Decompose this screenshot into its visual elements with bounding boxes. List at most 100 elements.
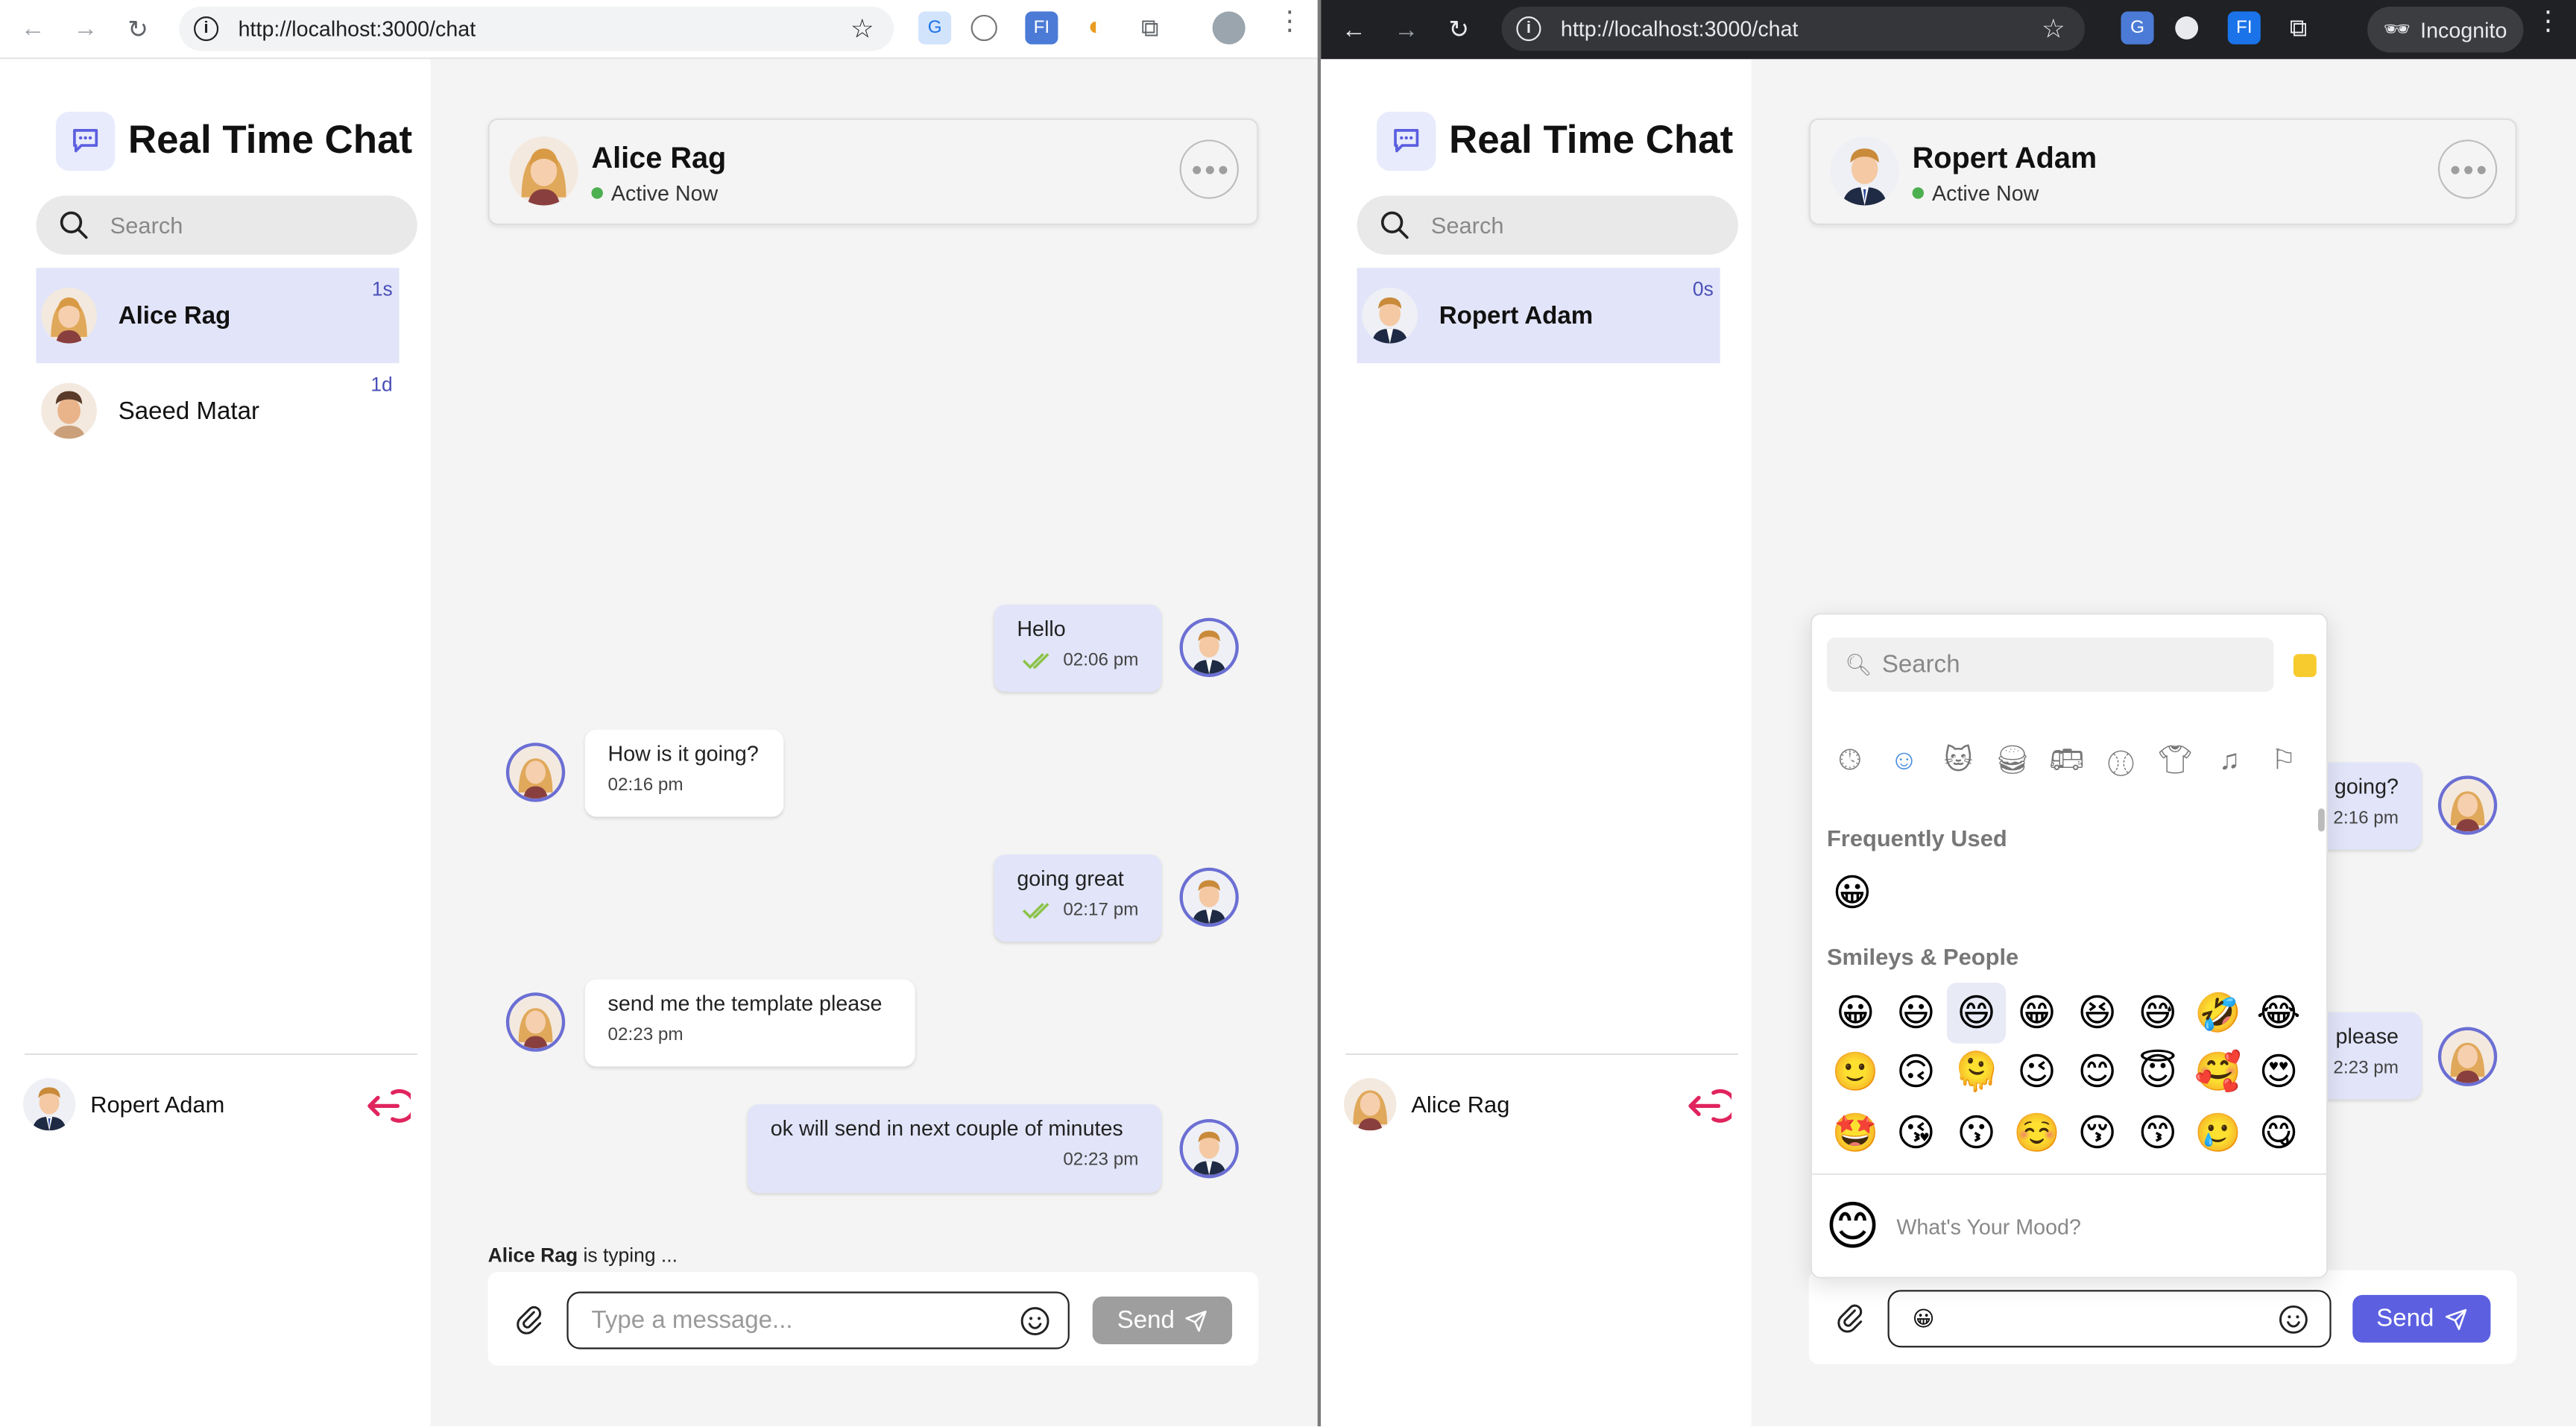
online-dot-icon bbox=[591, 187, 603, 199]
back-icon[interactable]: ← bbox=[1336, 11, 1371, 47]
cat-icon[interactable]: 🐱︎ bbox=[1940, 743, 1976, 778]
message-time: 02:17 pm bbox=[1063, 900, 1139, 921]
send-button[interactable]: Send bbox=[1092, 1297, 1233, 1344]
emoji-cell[interactable]: 😃 bbox=[1886, 983, 1946, 1043]
contact-time: 1d bbox=[370, 373, 393, 397]
emoji-cell[interactable]: 😙 bbox=[2127, 1103, 2188, 1163]
bookmark-star-icon[interactable]: ☆ bbox=[850, 13, 874, 45]
site-info-icon[interactable]: i bbox=[1516, 16, 1541, 42]
incognito-badge[interactable]: 🕶 Incognito bbox=[2367, 6, 2524, 53]
emoji-cell[interactable]: 😍 bbox=[2248, 1043, 2308, 1103]
emoji-cell[interactable]: 🙂 bbox=[1825, 1043, 1886, 1103]
contact-search[interactable] bbox=[1357, 195, 1738, 255]
music-icon[interactable]: ♫ bbox=[2212, 743, 2247, 778]
status-text: Active Now bbox=[610, 180, 719, 206]
skin-tone-selector[interactable] bbox=[2293, 654, 2317, 678]
profile-avatar-icon[interactable] bbox=[1212, 11, 1246, 45]
forward-icon[interactable]: → bbox=[1388, 11, 1424, 47]
address-bar[interactable]: i http://localhost:3000/chat ☆ bbox=[1501, 6, 2086, 51]
emoji-cell[interactable]: 🙃 bbox=[1886, 1043, 1946, 1103]
contact-item[interactable]: Alice Rag 1s bbox=[36, 268, 400, 364]
search-input[interactable] bbox=[1430, 212, 1678, 239]
message-input-box[interactable] bbox=[1887, 1290, 2332, 1348]
emoji-cell[interactable]: 😀 bbox=[1825, 983, 1886, 1043]
address-bar[interactable]: i http://localhost:3000/chat ☆ bbox=[179, 6, 894, 51]
search-icon bbox=[60, 211, 88, 239]
contact-item[interactable]: Ropert Adam 0s bbox=[1357, 268, 1720, 364]
send-button[interactable]: Send bbox=[2352, 1294, 2491, 1343]
message-text: Hello bbox=[1017, 616, 1066, 641]
forward-icon[interactable]: → bbox=[67, 10, 103, 46]
emoji-cell[interactable]: 😚 bbox=[2067, 1103, 2127, 1163]
contact-search[interactable] bbox=[36, 195, 417, 255]
flag-icon[interactable]: ⚐ bbox=[2265, 743, 2301, 778]
emoji-icon[interactable] bbox=[2277, 1303, 2310, 1336]
puzzle-icon[interactable]: ⧉ bbox=[2282, 11, 2314, 44]
logout-icon[interactable] bbox=[364, 1086, 411, 1126]
emoji-cell[interactable]: 🫠 bbox=[1946, 1043, 2007, 1103]
bookmark-star-icon[interactable]: ☆ bbox=[2042, 13, 2065, 45]
chat-contact-name: Alice Rag bbox=[591, 141, 727, 174]
translate-extension-icon[interactable]: G bbox=[918, 11, 952, 45]
emoji-cell[interactable]: 😋 bbox=[2248, 1103, 2308, 1163]
more-options-button[interactable] bbox=[1179, 139, 1239, 199]
online-dot-icon bbox=[1912, 187, 1925, 199]
search-input[interactable] bbox=[110, 212, 357, 239]
emoji-cell[interactable]: 🤣 bbox=[2188, 983, 2248, 1043]
emoji-cell[interactable]: 🥰 bbox=[2188, 1043, 2248, 1103]
emoji-cell[interactable]: 😀 bbox=[1822, 863, 1882, 923]
emoji-cell[interactable]: ☺️ bbox=[2007, 1103, 2067, 1163]
emoji-cell[interactable]: 😄 bbox=[1945, 983, 2007, 1043]
burger-icon[interactable]: 🍔︎ bbox=[1995, 743, 2030, 778]
clock-icon[interactable]: 🕓︎ bbox=[1832, 743, 1868, 778]
browser-menu-icon[interactable]: ⋮ bbox=[2535, 9, 2561, 36]
site-info-icon[interactable]: i bbox=[194, 16, 219, 42]
emoji-cell[interactable]: 😁 bbox=[2007, 983, 2067, 1043]
presence-status: Active Now bbox=[591, 180, 719, 206]
translate-extension-icon[interactable]: G bbox=[2121, 11, 2154, 45]
section-label: Smileys & People bbox=[1826, 943, 2019, 970]
extension-icon[interactable]: FI bbox=[1025, 11, 1058, 45]
bus-icon[interactable]: 🚌︎ bbox=[2049, 743, 2085, 778]
reload-icon[interactable]: ↻ bbox=[120, 10, 156, 46]
shirt-icon[interactable]: 👕︎ bbox=[2157, 743, 2193, 778]
message-input[interactable] bbox=[591, 1306, 986, 1335]
avatar-female bbox=[1343, 1077, 1397, 1131]
smiley-icon[interactable]: ☺︎ bbox=[1886, 743, 1922, 778]
attach-icon[interactable] bbox=[1835, 1302, 1865, 1335]
scrollbar[interactable] bbox=[2317, 808, 2325, 832]
extension-icon[interactable] bbox=[970, 14, 997, 42]
message-input[interactable] bbox=[1912, 1306, 2241, 1332]
extension-icon[interactable]: FI bbox=[2227, 11, 2261, 45]
logout-icon[interactable] bbox=[1685, 1086, 1732, 1126]
emoji-cell[interactable]: 😂 bbox=[2248, 983, 2308, 1043]
emoji-cell[interactable]: 😘 bbox=[1886, 1103, 1946, 1163]
emoji-cell[interactable]: 😇 bbox=[2127, 1043, 2188, 1103]
frequently-used-grid: 😀 bbox=[1822, 863, 2305, 923]
browser-menu-icon[interactable]: ⋮ bbox=[1277, 9, 1303, 36]
emoji-cell[interactable]: 😗 bbox=[1946, 1103, 2007, 1163]
message-input-box[interactable] bbox=[566, 1291, 1070, 1349]
extension-icon[interactable] bbox=[2175, 16, 2199, 40]
emoji-search[interactable]: 🔍︎ Search bbox=[1826, 637, 2274, 692]
emoji-cell[interactable]: 🥲 bbox=[2188, 1103, 2248, 1163]
emoji-cell[interactable]: 😊 bbox=[2067, 1043, 2127, 1103]
current-user-name: Ropert Adam bbox=[90, 1091, 225, 1118]
message-avatar bbox=[2437, 775, 2498, 835]
message-incoming: send me the template please 02:23 pm bbox=[584, 979, 915, 1067]
emoji-icon[interactable] bbox=[1019, 1305, 1052, 1338]
attach-icon[interactable] bbox=[514, 1303, 544, 1336]
emoji-cell[interactable]: 😉 bbox=[2007, 1043, 2067, 1103]
reload-icon[interactable]: ↻ bbox=[1441, 11, 1477, 47]
emoji-cell[interactable]: 🤩 bbox=[1825, 1103, 1886, 1163]
extension-icon[interactable]: ◐ bbox=[1079, 11, 1112, 44]
ball-icon[interactable]: ⚾︎ bbox=[2103, 743, 2138, 780]
more-options-button[interactable] bbox=[2437, 139, 2498, 199]
contact-item[interactable]: Saeed Matar 1d bbox=[36, 363, 399, 459]
emoji-cell[interactable]: 😅 bbox=[2127, 983, 2188, 1043]
puzzle-icon[interactable]: ⧉ bbox=[1134, 11, 1167, 44]
chat-header: Ropert Adam Active Now bbox=[1808, 118, 2517, 225]
emoji-cell[interactable]: 😆 bbox=[2067, 983, 2127, 1043]
back-icon[interactable]: ← bbox=[15, 10, 51, 46]
message-time: 02:23 pm bbox=[1063, 1150, 1139, 1171]
